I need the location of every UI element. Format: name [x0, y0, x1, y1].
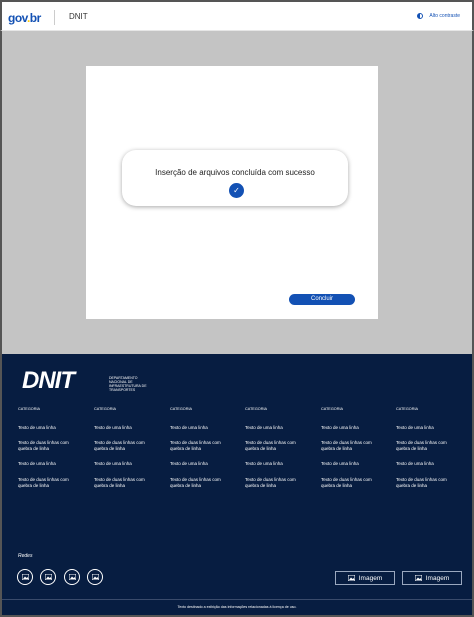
footer-category: CATEGORIA [321, 407, 344, 411]
footer-link[interactable]: Texto de duas linhas com quebra de linha [321, 477, 381, 489]
footer-link[interactable]: Texto de duas linhas com quebra de linha [245, 440, 305, 452]
footer-divider [2, 599, 472, 600]
social-link[interactable] [87, 569, 103, 585]
check-icon: ✓ [229, 183, 244, 198]
footer-link[interactable]: Texto de duas linhas com quebra de linha [396, 440, 456, 452]
footer-link[interactable]: Texto de uma linha [245, 461, 305, 467]
success-dialog: Inserção de arquivos concluída com suces… [122, 150, 348, 206]
footer-link[interactable]: Texto de uma linha [18, 461, 78, 467]
dnit-logo: DNIT [22, 367, 75, 394]
footer-link[interactable]: Texto de duas linhas com quebra de linha [170, 477, 230, 489]
footer-link[interactable]: Texto de duas linhas com quebra de linha [321, 440, 381, 452]
footer-category: CATEGORIA [18, 407, 41, 411]
footer-category: CATEGORIA [94, 407, 117, 411]
header: gov.br DNIT Alto contraste [0, 0, 474, 31]
image-button[interactable]: Imagem [335, 571, 395, 585]
footer-link[interactable]: Texto de duas linhas com quebra de linha [170, 440, 230, 452]
footer-link[interactable]: Texto de duas linhas com quebra de linha [18, 440, 78, 452]
image-button-label: Imagem [425, 574, 450, 582]
footer-link[interactable]: Texto de uma linha [321, 461, 381, 467]
logo-gov: gov [8, 11, 27, 25]
footer-link[interactable]: Texto de uma linha [245, 425, 305, 431]
image-button[interactable]: Imagem [402, 571, 462, 585]
footer-link[interactable]: Texto de uma linha [170, 425, 230, 431]
footer-link[interactable]: Texto de duas linhas com quebra de linha [18, 477, 78, 489]
social-link[interactable] [64, 569, 80, 585]
footer-link[interactable]: Texto de uma linha [396, 461, 456, 467]
govbr-logo[interactable]: gov.br [8, 11, 41, 25]
footer-link[interactable]: Texto de uma linha [321, 425, 381, 431]
social-label: Redes [18, 553, 33, 559]
logo-br: br [29, 11, 42, 25]
legal-text: Texto destinado a exibição das informaçõ… [177, 605, 297, 609]
footer-link[interactable]: Texto de uma linha [94, 425, 154, 431]
image-button-label: Imagem [358, 574, 383, 582]
main-area: Inserção de arquivos concluída com suces… [0, 31, 474, 354]
app-name: DNIT [69, 12, 88, 21]
footer-link[interactable]: Texto de duas linhas com quebra de linha [94, 440, 154, 452]
footer-columns: CATEGORIA Texto de uma linha Texto de du… [18, 407, 468, 502]
concluir-button[interactable]: Concluir [289, 294, 355, 305]
contrast-icon [417, 13, 424, 19]
header-divider [54, 10, 55, 25]
success-message: Inserção de arquivos concluída com suces… [155, 168, 315, 177]
footer-link[interactable]: Texto de duas linhas com quebra de linha [396, 477, 456, 489]
footer-category: CATEGORIA [245, 407, 268, 411]
footer-category: CATEGORIA [170, 407, 193, 411]
image-icon [21, 574, 29, 580]
footer-link[interactable]: Texto de uma linha [18, 425, 78, 431]
footer-link[interactable]: Texto de duas linhas com quebra de linha [94, 477, 154, 489]
high-contrast-toggle[interactable]: Alto contraste [417, 13, 460, 19]
footer-link[interactable]: Texto de uma linha [170, 461, 230, 467]
social-link[interactable] [17, 569, 33, 585]
footer-link[interactable]: Texto de uma linha [94, 461, 154, 467]
content-card: Inserção de arquivos concluída com suces… [86, 66, 378, 319]
footer: DNIT DEPARTAMENTO NACIONAL DE INFRAESTRU… [0, 354, 474, 617]
image-icon [414, 575, 422, 581]
image-icon [44, 574, 52, 580]
footer-category: CATEGORIA [396, 407, 419, 411]
footer-link[interactable]: Texto de uma linha [396, 425, 456, 431]
dnit-logo-subtitle: DEPARTAMENTO NACIONAL DE INFRAESTRUTURA … [109, 376, 147, 392]
image-icon [91, 574, 99, 580]
image-icon [68, 574, 76, 580]
contrast-label: Alto contraste [429, 13, 460, 19]
social-link[interactable] [40, 569, 56, 585]
image-icon [347, 575, 355, 581]
footer-link[interactable]: Texto de duas linhas com quebra de linha [245, 477, 305, 489]
